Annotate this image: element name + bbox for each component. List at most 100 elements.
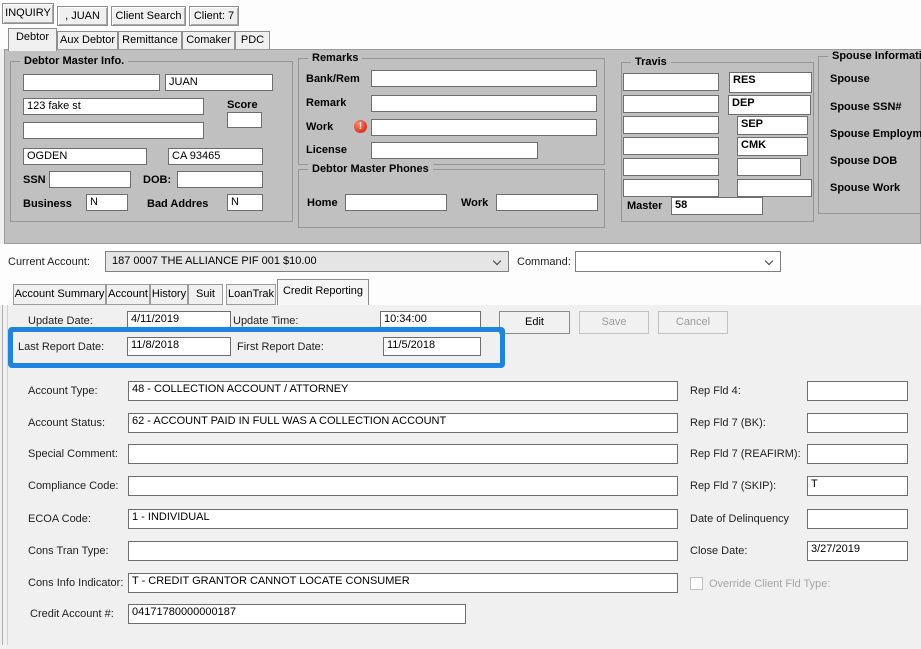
tab-history[interactable]: History — [150, 284, 188, 305]
tab-credit-reporting[interactable]: Credit Reporting — [277, 279, 369, 305]
tab-debtor[interactable]: Debtor — [8, 28, 57, 51]
cons-info-indicator-label: Cons Info Indicator: — [28, 577, 124, 589]
bank-rem-label: Bank/Rem — [306, 73, 360, 85]
spouse-ssn-label: Spouse SSN# — [830, 101, 902, 113]
bank-rem-input[interactable] — [371, 70, 597, 87]
client-search-button[interactable]: Client Search — [111, 6, 186, 26]
tab-remittance[interactable]: Remittance — [118, 31, 182, 49]
score-input[interactable] — [227, 112, 262, 128]
dob-input[interactable] — [177, 171, 263, 188]
remark-input[interactable] — [371, 95, 597, 112]
rep-fld-4-label: Rep Fld 4: — [690, 385, 741, 397]
tab-suit[interactable]: Suit — [188, 284, 223, 305]
ssn-label: SSN — [23, 174, 46, 186]
spouse-work-label: Spouse Work — [830, 182, 901, 194]
tab-account[interactable]: Account — [106, 284, 150, 305]
first-report-date-label: First Report Date: — [237, 341, 324, 353]
last-name-input[interactable] — [23, 74, 160, 91]
rep-fld-4-input[interactable] — [807, 381, 908, 401]
res-code-input[interactable]: RES — [729, 72, 812, 93]
state-zip-input[interactable]: CA 93465 — [168, 148, 263, 165]
command-label: Command: — [517, 256, 571, 268]
account-status-input[interactable]: 62 - ACCOUNT PAID IN FULL WAS A COLLECTI… — [128, 413, 678, 433]
code-field-5[interactable] — [737, 158, 801, 176]
tab-comaker[interactable]: Comaker — [182, 31, 235, 49]
override-client-fld-type-checkbox[interactable] — [690, 577, 703, 590]
credit-account-number-input[interactable]: 04171780000000187 — [128, 604, 466, 624]
cons-tran-type-input[interactable] — [128, 541, 678, 561]
cmk-code-input[interactable]: CMK — [737, 137, 808, 156]
collector-field-2[interactable] — [623, 95, 719, 113]
bad-address-input[interactable]: N — [227, 194, 263, 211]
home-phone-label: Home — [307, 197, 338, 209]
work-alert-icon: ! — [354, 120, 367, 133]
rep-fld-7-skip-label: Rep Fld 7 (SKIP): — [690, 480, 777, 492]
date-of-delinquency-input[interactable] — [807, 509, 908, 529]
work-remark-input[interactable] — [371, 119, 597, 136]
phones-title: Debtor Master Phones — [308, 163, 433, 175]
current-account-value: 187 0007 THE ALLIANCE PIF 001 $10.00 — [112, 255, 317, 267]
ssn-input[interactable] — [49, 171, 131, 188]
cancel-button[interactable]: Cancel — [658, 311, 728, 334]
update-time-label: Update Time: — [233, 315, 299, 327]
account-status-label: Account Status: — [28, 417, 106, 429]
close-date-input[interactable]: 3/27/2019 — [807, 541, 908, 561]
tab-pdc[interactable]: PDC — [235, 31, 270, 49]
rep-fld-7-bk-label: Rep Fld 7 (BK): — [690, 417, 766, 429]
master-label: Master — [627, 200, 663, 212]
spouse-group-title: Spouse Information — [828, 50, 921, 62]
collector-field-6[interactable] — [623, 179, 719, 197]
sep-code-input[interactable]: SEP — [737, 116, 808, 135]
date-of-delinquency-label: Date of Delinquency — [690, 513, 790, 525]
code-field-6[interactable] — [737, 179, 812, 197]
save-button[interactable]: Save — [579, 311, 649, 334]
ecoa-code-input[interactable]: 1 - INDIVIDUAL — [128, 509, 678, 529]
collector-field-4[interactable] — [623, 137, 719, 155]
dob-label: DOB: — [143, 174, 172, 186]
tab-loantrak[interactable]: LoanTrak — [226, 284, 276, 305]
address1-input[interactable]: 123 fake st — [23, 98, 204, 115]
home-phone-input[interactable] — [345, 194, 447, 211]
current-account-dropdown[interactable]: 187 0007 THE ALLIANCE PIF 001 $10.00 — [105, 251, 509, 272]
rep-fld-7-reafirm-input[interactable] — [807, 444, 908, 464]
work-remark-label: Work — [306, 121, 334, 133]
work-phone-label: Work — [461, 197, 489, 209]
special-comment-input[interactable] — [128, 444, 678, 464]
last-report-date-label: Last Report Date: — [18, 341, 105, 353]
work-phone-input[interactable] — [496, 194, 598, 211]
command-dropdown[interactable] — [575, 251, 781, 272]
bad-address-label: Bad Addres — [147, 198, 209, 210]
client-button[interactable]: Client: 7 — [189, 6, 239, 26]
tab-aux-debtor[interactable]: Aux Debtor — [57, 31, 118, 49]
first-report-date-input[interactable]: 11/5/2018 — [383, 337, 481, 356]
tab-page-border — [2, 305, 3, 645]
collector-field-1[interactable] — [623, 73, 719, 91]
current-account-label: Current Account: — [8, 256, 90, 268]
chevron-down-icon — [492, 256, 502, 266]
edit-button[interactable]: Edit — [499, 311, 570, 334]
business-input[interactable]: N — [86, 194, 128, 211]
debtor-name-button[interactable]: , JUAN — [57, 6, 108, 26]
ecoa-code-label: ECOA Code: — [28, 513, 91, 525]
dep-code-input[interactable]: DEP — [728, 95, 811, 115]
spouse-dob-label: Spouse DOB — [830, 155, 898, 167]
chevron-down-icon — [764, 256, 774, 266]
first-name-input[interactable]: JUAN — [165, 74, 273, 91]
city-input[interactable]: OGDEN — [23, 148, 147, 165]
account-type-input[interactable]: 48 - COLLECTION ACCOUNT / ATTORNEY — [128, 381, 678, 401]
remarks-title: Remarks — [308, 52, 363, 64]
business-label: Business — [23, 198, 72, 210]
tab-account-summary[interactable]: Account Summary — [13, 284, 106, 305]
master-input[interactable]: 58 — [671, 197, 763, 215]
license-input[interactable] — [371, 142, 538, 159]
collector-field-5[interactable] — [623, 158, 719, 176]
rep-fld-7-skip-input[interactable]: T — [807, 476, 908, 496]
compliance-code-input[interactable] — [128, 476, 678, 496]
rep-fld-7-bk-input[interactable] — [807, 413, 908, 433]
cons-info-indicator-input[interactable]: T - CREDIT GRANTOR CANNOT LOCATE CONSUME… — [128, 573, 678, 593]
last-report-date-input[interactable]: 11/8/2018 — [127, 337, 231, 356]
collector-field-3[interactable] — [623, 116, 719, 134]
address2-input[interactable] — [23, 122, 204, 139]
override-client-fld-type-label: Override Client Fld Type: — [709, 578, 831, 590]
inquiry-button[interactable]: INQUIRY — [2, 3, 54, 24]
